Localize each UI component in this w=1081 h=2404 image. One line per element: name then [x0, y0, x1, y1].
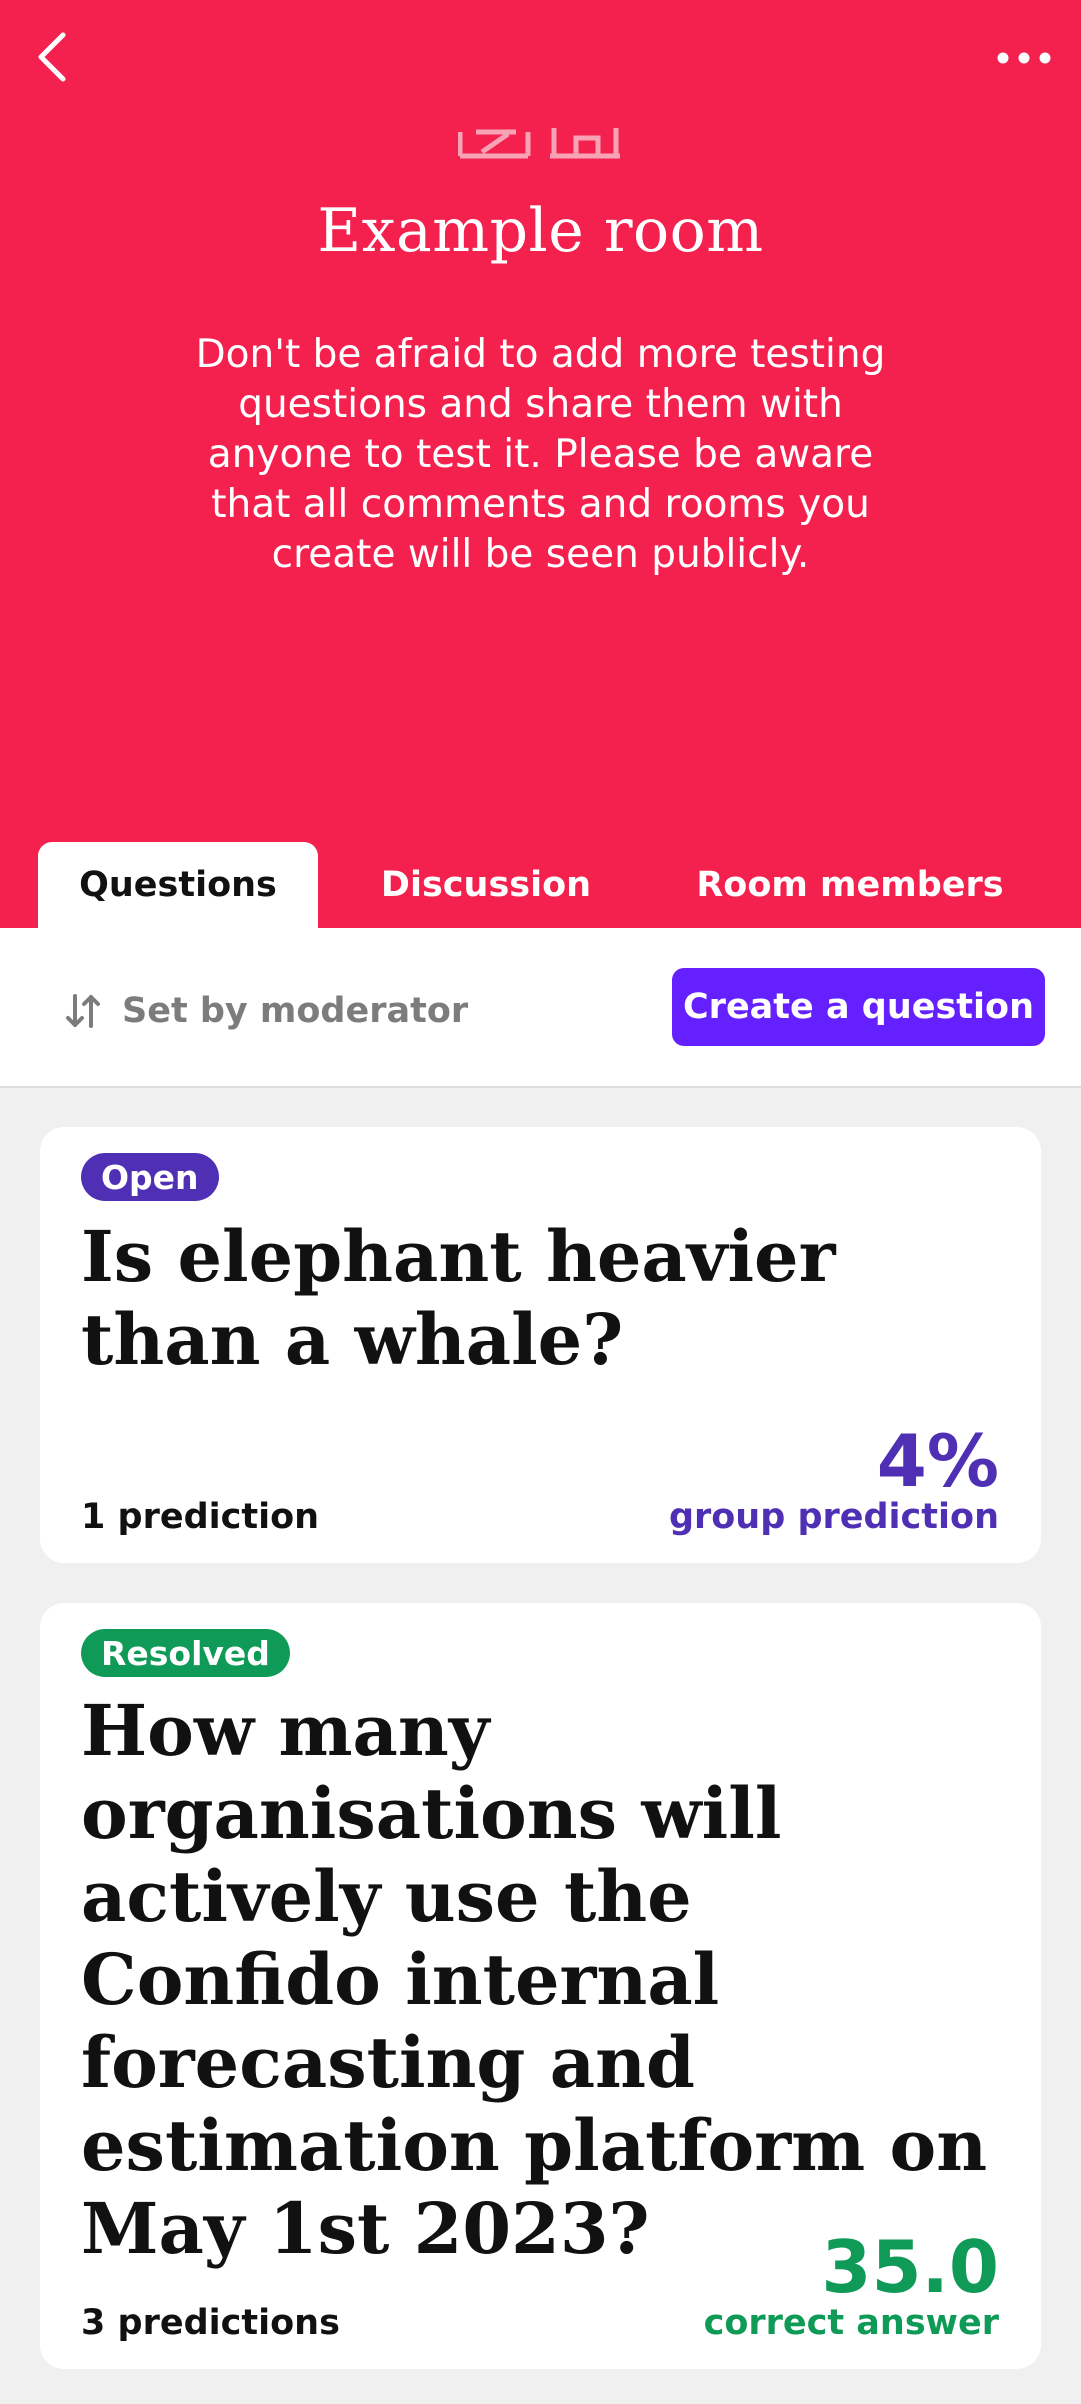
room-description: Don't be afraid to add more testing ques… — [195, 332, 886, 577]
chevron-left-icon — [38, 32, 66, 82]
group-prediction-caption: group prediction — [668, 1497, 999, 1537]
tab-discussion-label: Discussion — [380, 865, 592, 905]
room-header: Example room Don't be afraid to add more… — [0, 0, 1081, 928]
sort-label: Set by moderator — [122, 991, 469, 1031]
more-options-button[interactable] — [989, 28, 1059, 88]
group-prediction-value: 4% — [876, 1419, 999, 1503]
status-badge: Resolved — [81, 1629, 290, 1677]
questions-toolbar: Set by moderator Create a question — [0, 928, 1081, 1088]
correct-answer-caption: correct answer — [703, 2303, 999, 2343]
create-question-button[interactable]: Create a question — [672, 968, 1045, 1046]
more-horizontal-icon — [997, 52, 1051, 64]
sort-selector[interactable]: Set by moderator — [64, 986, 468, 1036]
status-badge: Open — [81, 1153, 219, 1201]
correct-answer-value: 35.0 — [821, 2225, 999, 2309]
question-title: How many organisations will actively use… — [81, 1689, 988, 2270]
room-logo-icon — [458, 128, 620, 159]
tab-room-members[interactable]: Room members — [660, 842, 1040, 928]
prediction-count: 1 prediction — [81, 1497, 320, 1537]
status-badge-label: Resolved — [101, 1633, 270, 1673]
create-question-label: Create a question — [683, 987, 1034, 1027]
tab-room-members-label: Room members — [696, 865, 1004, 905]
question-card[interactable]: Resolved How many organisations will act… — [40, 1603, 1041, 2369]
room-title: Example room — [317, 196, 764, 266]
sort-arrows-icon — [66, 994, 100, 1028]
status-badge-label: Open — [101, 1157, 199, 1197]
question-card[interactable]: Open Is elephant heavier than a whale? 4… — [40, 1127, 1041, 1563]
tab-questions-label: Questions — [79, 865, 277, 905]
back-button[interactable] — [22, 22, 82, 92]
tab-discussion[interactable]: Discussion — [336, 842, 636, 928]
tab-questions[interactable]: Questions — [38, 842, 318, 928]
prediction-count: 3 predictions — [81, 2303, 340, 2343]
room-tabs: Questions Discussion Room members — [0, 842, 1081, 928]
question-title: Is elephant heavier than a whale? — [81, 1215, 836, 1381]
